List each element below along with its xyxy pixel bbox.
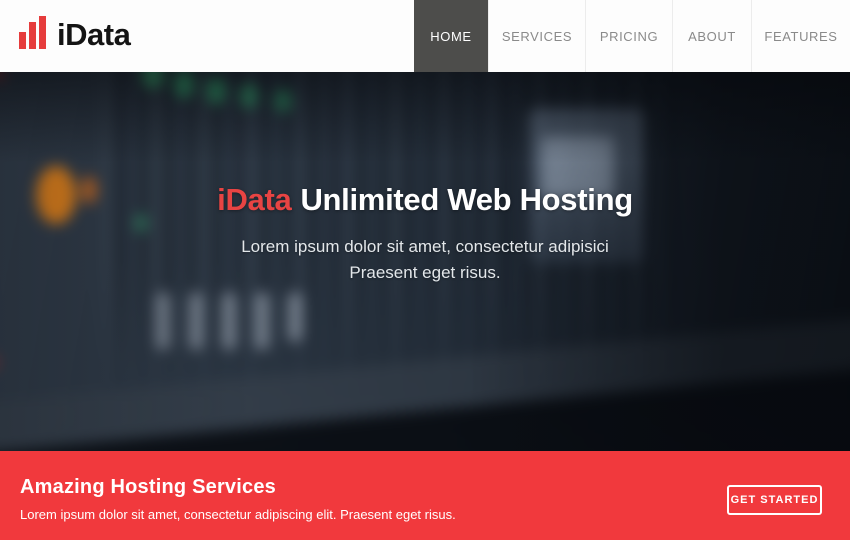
nav-item-about[interactable]: ABOUT — [672, 0, 751, 72]
nav-item-home[interactable]: HOME — [414, 0, 488, 72]
cta-heading: Amazing Hosting Services — [20, 476, 456, 499]
cta-text-block: Amazing Hosting Services Lorem ipsum dol… — [20, 476, 456, 522]
hero-title-rest: Unlimited Web Hosting — [300, 182, 632, 217]
hero-title-brand: iData — [217, 182, 291, 217]
cta-bar: Amazing Hosting Services Lorem ipsum dol… — [0, 451, 850, 540]
hero-subtitle-line2: Praesent eget risus. — [0, 260, 850, 286]
nav-item-features[interactable]: FEATURES — [751, 0, 850, 72]
page: iData HOME SERVICES PRICING ABOUT FEATUR… — [0, 0, 850, 540]
hero-subtitle-line1: Lorem ipsum dolor sit amet, consectetur … — [0, 234, 850, 260]
nav-item-pricing[interactable]: PRICING — [585, 0, 672, 72]
header: iData HOME SERVICES PRICING ABOUT FEATUR… — [0, 0, 850, 72]
cta-subtext: Lorem ipsum dolor sit amet, consectetur … — [20, 507, 456, 522]
hero-subtitle: Lorem ipsum dolor sit amet, consectetur … — [0, 234, 850, 286]
nav-item-services[interactable]: SERVICES — [488, 0, 585, 72]
bar-chart-icon — [19, 16, 49, 49]
main-nav: HOME SERVICES PRICING ABOUT FEATURES — [414, 0, 850, 72]
get-started-button[interactable]: GET STARTED — [727, 485, 822, 515]
hero-title: iData Unlimited Web Hosting — [0, 182, 850, 218]
logo[interactable]: iData — [19, 16, 130, 53]
hero-section: iData Unlimited Web Hosting Lorem ipsum d… — [0, 72, 850, 451]
hero-content: iData Unlimited Web Hosting Lorem ipsum d… — [0, 72, 850, 451]
logo-text: iData — [57, 17, 130, 53]
